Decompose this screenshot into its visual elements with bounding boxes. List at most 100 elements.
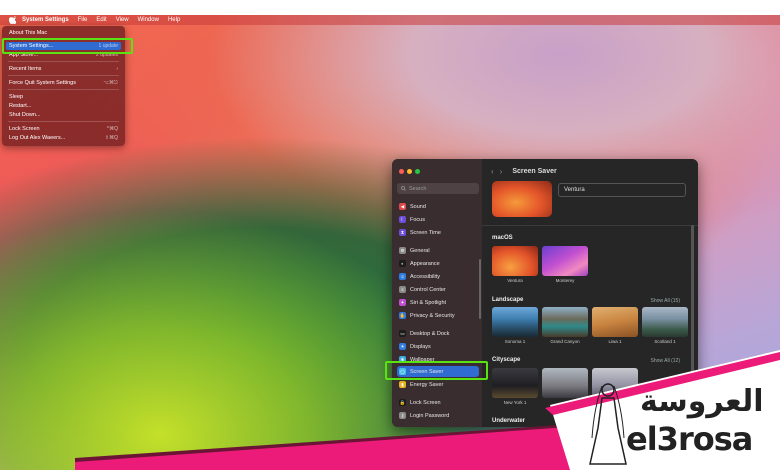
sidebar-item-label: Desktop & Dock [410, 330, 450, 337]
search-icon [401, 186, 406, 191]
zoom-button[interactable] [415, 169, 420, 174]
show-all-cityscape-link[interactable]: Show All (12) [651, 358, 680, 364]
moon-icon: ☾ [399, 216, 406, 223]
sidebar-item-label: Displays [410, 343, 431, 350]
search-placeholder: Search [409, 185, 427, 192]
highlight-box-system-settings [2, 38, 133, 54]
sidebar-item-siri-spotlight[interactable]: ✦ Siri & Spotlight [397, 297, 479, 308]
dock-icon: ▭ [399, 330, 406, 337]
hand-icon: ✋ [399, 312, 406, 319]
sidebar-item-control-center[interactable]: ≡ Control Center [397, 284, 479, 295]
logo-latin-text: el3rosa [626, 420, 753, 458]
menu-window[interactable]: Window [138, 17, 159, 23]
menu-item-recent-items[interactable]: Recent Items › [6, 65, 121, 73]
sidebar-item-desktop-dock[interactable]: ▭ Desktop & Dock [397, 328, 479, 339]
sidebar-item-lock-screen[interactable]: 🔒 Lock Screen [397, 397, 479, 408]
appearance-icon: ◐ [399, 260, 406, 267]
sidebar-item-label: Appearance [410, 260, 440, 267]
accessibility-icon: ☺ [399, 273, 406, 280]
sidebar-item-label: Energy Saver [410, 381, 444, 388]
battery-icon: ▮ [399, 381, 406, 388]
menu-app-name[interactable]: System Settings [22, 17, 69, 23]
saver-thumb-cityscape-2[interactable] [542, 368, 588, 398]
thumb-label: Monterey [555, 278, 575, 283]
menu-item-restart[interactable]: Restart... [6, 102, 121, 110]
sidebar-item-sound[interactable]: ◀ Sound [397, 201, 479, 212]
saver-thumb-new-york[interactable] [492, 368, 538, 398]
menu-item-label: Sleep [9, 94, 24, 100]
thumb-label: New York 1 [503, 400, 527, 405]
lock-icon: 🔒 [399, 399, 406, 406]
apple-menu-icon[interactable] [8, 16, 16, 24]
menu-file[interactable]: File [78, 17, 88, 23]
shortcut-label: ^⌘Q [106, 126, 118, 132]
show-all-landscape-link[interactable]: Show All (15) [651, 298, 680, 304]
sidebar-item-screen-time[interactable]: ⧗ Screen Time [397, 227, 479, 238]
current-saver-name[interactable]: Ventura [558, 183, 686, 197]
menu-item-label: Log Out Alex Waeers... [9, 135, 66, 141]
title-bar: ‹ › Screen Saver [482, 159, 698, 183]
sidebar-item-focus[interactable]: ☾ Focus [397, 214, 479, 225]
saver-thumb-monterey[interactable] [542, 246, 588, 276]
sidebar-item-general[interactable]: ⚙ General [397, 245, 479, 256]
section-title-underwater: Underwater [492, 418, 526, 424]
sidebar-scrollbar[interactable] [479, 259, 481, 319]
menu-separator [8, 61, 119, 62]
highlight-box-screen-saver [385, 361, 488, 380]
menu-item-label: About This Mac [9, 30, 48, 36]
back-arrow-icon[interactable]: ‹ [491, 167, 494, 176]
saver-thumb-liwa[interactable] [592, 307, 638, 337]
menu-edit[interactable]: Edit [96, 17, 106, 23]
sun-icon: ☀ [399, 343, 406, 350]
menu-item-force-quit[interactable]: Force Quit System Settings ⌥⌘⎋ [6, 79, 121, 87]
search-field[interactable]: Search [397, 183, 479, 194]
sidebar-item-appearance[interactable]: ◐ Appearance [397, 258, 479, 269]
menu-view[interactable]: View [116, 17, 129, 23]
sidebar-item-label: Siri & Spotlight [410, 299, 447, 306]
saver-thumb-grand-canyon[interactable] [542, 307, 588, 337]
menu-bar: System Settings File Edit View Window He… [0, 15, 780, 25]
sidebar-item-login-password[interactable]: ⚷ Login Password [397, 410, 479, 421]
sidebar-item-accessibility[interactable]: ☺ Accessibility [397, 271, 479, 282]
bride-logo-icon [589, 383, 627, 465]
menu-help[interactable]: Help [168, 17, 180, 23]
sidebar-item-energy-saver[interactable]: ▮ Energy Saver [397, 379, 479, 390]
thumb-label: Sonoma 1 [504, 339, 526, 344]
menu-item-log-out[interactable]: Log Out Alex Waeers... ⇧⌘Q [6, 134, 121, 142]
current-saver-preview [492, 181, 552, 217]
switches-icon: ≡ [399, 286, 406, 293]
menu-item-shut-down[interactable]: Shut Down... [6, 111, 121, 119]
section-title-landscape: Landscape [492, 297, 524, 303]
menu-item-lock-screen[interactable]: Lock Screen ^⌘Q [6, 125, 121, 133]
saver-thumb-scotland[interactable] [642, 307, 688, 337]
speaker-icon: ◀ [399, 203, 406, 210]
sidebar-item-label: Login Password [410, 412, 450, 419]
chevron-right-icon: › [116, 66, 118, 72]
menu-item-label: Shut Down... [9, 112, 41, 118]
menu-item-label: Force Quit System Settings [9, 80, 76, 86]
menu-item-label: Lock Screen [9, 126, 40, 132]
siri-icon: ✦ [399, 299, 406, 306]
sidebar-item-displays[interactable]: ☀ Displays [397, 341, 479, 352]
menu-separator [8, 121, 119, 122]
menu-item-sleep[interactable]: Sleep [6, 93, 121, 101]
shortcut-label: ⌥⌘⎋ [103, 80, 118, 86]
sidebar-item-label: Focus [410, 216, 425, 223]
sidebar: Search ◀ Sound ☾ Focus ⧗ Screen Time ⚙ G… [392, 159, 482, 427]
menu-item-about[interactable]: About This Mac [6, 29, 121, 37]
sidebar-item-privacy-security[interactable]: ✋ Privacy & Security [397, 310, 479, 321]
menu-item-label: Recent Items [9, 66, 42, 72]
forward-arrow-icon[interactable]: › [500, 167, 503, 176]
saver-thumb-ventura[interactable] [492, 246, 538, 276]
sidebar-item-label: Control Center [410, 286, 446, 293]
sidebar-item-label: Accessibility [410, 273, 440, 280]
sidebar-item-label: Lock Screen [410, 399, 441, 406]
saver-thumb-sonoma[interactable] [492, 307, 538, 337]
sidebar-item-label: Screen Time [410, 229, 441, 236]
minimize-button[interactable] [407, 169, 412, 174]
thumb-label: Ventura [507, 278, 523, 283]
key-icon: ⚷ [399, 412, 406, 419]
main-scrollbar[interactable] [691, 225, 694, 375]
sidebar-item-label: Sound [410, 203, 426, 210]
close-button[interactable] [399, 169, 404, 174]
